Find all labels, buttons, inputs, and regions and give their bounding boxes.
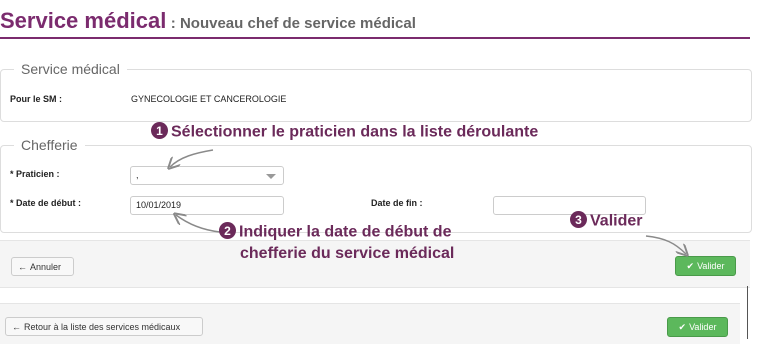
arrow-to-praticien [170, 149, 214, 167]
annotation-step-3: 3 Valider [570, 211, 642, 231]
step-1-number: 1 [151, 122, 168, 139]
step-2-line-1: Indiquer la date de début de [239, 223, 452, 241]
annotation-step-2-line-2: chefferie du service médical [240, 245, 455, 262]
step-3-text: Valider [590, 212, 643, 230]
step-3-number: 3 [570, 211, 587, 228]
step-1-text: Sélectionner le praticien dans la liste … [171, 123, 539, 141]
annotation-step-1: 1 Sélectionner le praticien dans la liste… [151, 122, 538, 142]
step-2-number: 2 [219, 222, 236, 239]
annotation-arrows [0, 149, 761, 339]
arrow-to-validate [645, 235, 686, 254]
annotation-step-2: 2 Indiquer la date de début de [219, 222, 451, 242]
arrow-to-date-debut [176, 215, 221, 233]
